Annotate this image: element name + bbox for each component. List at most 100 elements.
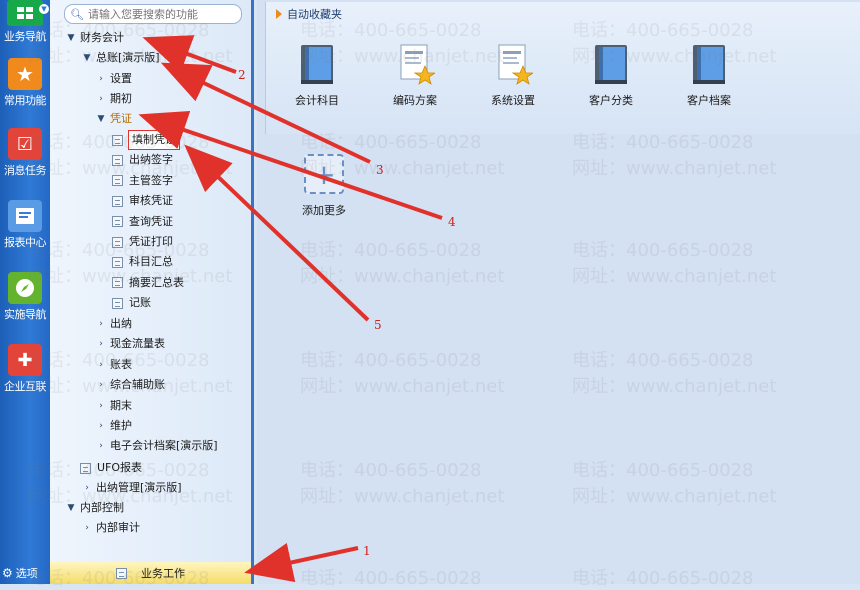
chevron-down-icon: ▼ (83, 53, 91, 63)
tree-label: 电子会计档案[演示版] (110, 439, 218, 453)
search-icon: 🔍︎ (70, 7, 84, 21)
chevron-right-icon: › (85, 483, 89, 493)
rail-label: 业务导航 (4, 30, 47, 43)
chevron-right-icon: › (85, 523, 89, 533)
tree-leaf-voucher-item[interactable]: 出纳签字 (112, 151, 173, 169)
tree-node-internal[interactable]: ▼ 内部控制 (66, 499, 124, 517)
tree-label: 财务会计 (80, 31, 124, 44)
rail-item-messages[interactable]: ☑ 消息任务 (0, 128, 50, 178)
tree-label: 综合辅助账 (110, 378, 165, 392)
tree-node-ledger-child[interactable]: › 期末 (96, 397, 132, 415)
tree-label: 期初 (110, 92, 132, 105)
rail-label: 企业互联 (4, 380, 47, 393)
tree-node-settings[interactable]: › 设置 (96, 70, 132, 88)
chevron-right-icon: › (99, 441, 103, 452)
tree-label: 出纳 (110, 317, 132, 330)
annotation-number-2: 2 (238, 68, 246, 82)
main-workspace: 自动收藏夹 会计科目 编码方案 系统设置 客户分类 客户档案 + 添加更多 (257, 0, 860, 584)
chevron-right-icon: › (99, 339, 103, 350)
tree-node-voucher[interactable]: ▼ 凭证 (96, 110, 132, 128)
favorites-panel: 自动收藏夹 会计科目 编码方案 系统设置 客户分类 客户档案 (265, 2, 860, 134)
tree-node-opening[interactable]: › 期初 (96, 90, 132, 108)
favorites-title: 自动收藏夹 (276, 6, 342, 22)
favorite-item[interactable]: 客户分类 (576, 42, 646, 108)
options-button[interactable]: ⚙ 选项 (0, 562, 50, 584)
tree-label: 期末 (110, 398, 132, 412)
rail-item-reports[interactable]: 报表中心 (0, 200, 50, 250)
rail-label: 常用功能 (4, 94, 47, 107)
chevron-right-icon: › (99, 421, 103, 431)
tree-node-ledger-child[interactable]: › 电子会计档案[演示版] (96, 437, 218, 455)
favorite-item[interactable]: 系统设置 (478, 42, 548, 108)
search-box[interactable]: 🔍︎ (64, 4, 242, 24)
tree-leaf-voucher-item[interactable]: 科目汇总 (112, 253, 173, 271)
document-icon (112, 154, 123, 166)
annotation-number-3: 3 (376, 163, 384, 177)
tree-node-ledger-child[interactable]: › 账表 (96, 356, 132, 374)
tree-label: 凭证 (110, 112, 132, 125)
favorite-label: 会计科目 (295, 94, 339, 107)
tree-label: UFO报表 (97, 461, 143, 474)
triangle-icon (276, 9, 282, 19)
tree-label: 查询凭证 (129, 214, 173, 228)
add-more-button[interactable]: + 添加更多 (294, 154, 354, 218)
tree-leaf-voucher-item[interactable]: 摘要汇总表 (112, 274, 184, 292)
favorite-item[interactable]: 客户档案 (674, 42, 744, 108)
tree-node-ledger-child[interactable]: › 综合辅助账 (96, 376, 165, 394)
rail-label: 报表中心 (4, 236, 47, 249)
chevron-right-icon: › (99, 359, 103, 370)
business-work-tab[interactable]: 业务工作 (50, 562, 251, 584)
book-icon (689, 42, 729, 86)
favorites-title-text: 自动收藏夹 (287, 8, 342, 21)
annotation-number-4: 4 (448, 215, 456, 229)
favorite-label: 编码方案 (393, 94, 437, 107)
tree-label: 出纳管理[演示版] (96, 481, 182, 494)
search-input[interactable] (87, 7, 238, 21)
document-icon (112, 297, 123, 309)
chevron-right-icon: › (99, 74, 103, 84)
rail-item-implementation[interactable]: 实施导航 (0, 272, 50, 322)
tree-label: 现金流量表 (110, 337, 165, 351)
annotation-number-1: 1 (363, 544, 371, 558)
tree-label: 记账 (129, 296, 151, 310)
chevron-down-icon[interactable]: ▼ (39, 4, 49, 14)
chevron-right-icon: › (99, 380, 103, 391)
tree-node-cashier[interactable]: › 出纳管理[演示版] (82, 479, 182, 497)
connect-icon: ✚ (8, 344, 42, 376)
document-icon (116, 567, 127, 579)
favorite-item[interactable]: 编码方案 (380, 42, 450, 108)
options-label: 选项 (15, 567, 38, 580)
tree-label: 内部控制 (80, 501, 124, 514)
favorite-label: 客户档案 (687, 94, 731, 107)
document-icon (112, 256, 123, 268)
tree-leaf-voucher-item[interactable]: 查询凭证 (112, 213, 173, 231)
rail-item-enterprise[interactable]: ✚ 企业互联 (0, 344, 50, 394)
rail-item-common[interactable]: ★ 常用功能 (0, 58, 50, 108)
task-icon: ☑ (8, 128, 42, 160)
favorite-label: 系统设置 (491, 94, 535, 107)
tree-node-finance[interactable]: ▼ 财务会计 (66, 29, 124, 47)
tree-label: 凭证打印 (129, 235, 173, 248)
tree-label: 内部审计 (96, 521, 140, 534)
tree-label: 设置 (110, 72, 132, 85)
star-icon: ★ (8, 58, 42, 90)
tree-node-ledger-child[interactable]: › 出纳 (96, 315, 132, 333)
chevron-down-icon: ▼ (97, 114, 105, 124)
favorite-label: 客户分类 (589, 94, 633, 107)
plus-icon: + (304, 154, 344, 194)
tree-leaf-voucher-item[interactable]: 填制凭证 (112, 130, 180, 150)
tree-node-ufo[interactable]: UFO报表 (80, 459, 142, 477)
tree-node-ledger-child[interactable]: › 现金流量表 (96, 335, 165, 353)
tree-leaf-voucher-item[interactable]: 主管签字 (112, 172, 173, 190)
tree-node-audit[interactable]: › 内部审计 (82, 519, 140, 537)
favorite-item[interactable]: 会计科目 (282, 42, 352, 108)
tree-node-ledger-child[interactable]: › 维护 (96, 417, 132, 435)
tree-leaf-voucher-item[interactable]: 记账 (112, 294, 151, 312)
tree-node-ledger[interactable]: ▼ 总账[演示版] (82, 49, 160, 67)
document-icon (112, 216, 123, 228)
document-icon (80, 462, 91, 474)
tree-label: 填制凭证 (128, 130, 180, 150)
tree-leaf-voucher-item[interactable]: 凭证打印 (112, 233, 173, 251)
tree-leaf-voucher-item[interactable]: 审核凭证 (112, 192, 173, 210)
gear-icon: ⚙ (2, 566, 13, 580)
